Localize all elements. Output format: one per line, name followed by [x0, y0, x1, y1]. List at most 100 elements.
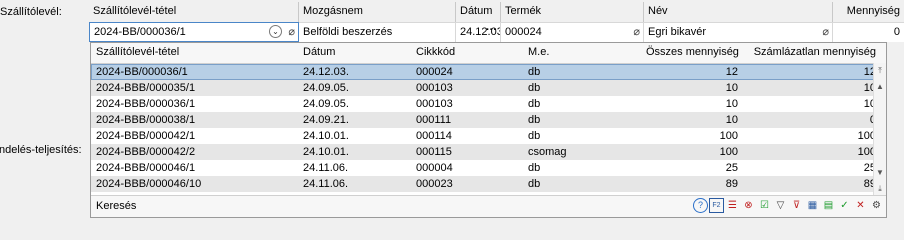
quantity-field[interactable]: 0: [833, 22, 904, 42]
row-uninvoiced-qty: 0: [742, 112, 880, 128]
row-unit: db: [528, 130, 541, 142]
row-code: 000103: [416, 98, 453, 110]
row-unit: db: [528, 178, 541, 190]
item-value: 2024-BB/000036/1: [94, 26, 186, 38]
row-unit: csomag: [528, 146, 567, 158]
filter-list-icon[interactable]: ☰: [725, 198, 740, 213]
row-code: 000103: [416, 82, 453, 94]
grid-header: Szállítólevél-tétel Mozgásnem Dátum Term…: [89, 2, 904, 22]
dd-col-date[interactable]: Dátum: [298, 43, 411, 63]
dd-col-total-qty[interactable]: Összes mennyiség: [641, 43, 742, 63]
dd-col-uninvoiced-qty[interactable]: Számlázatlan mennyiség: [742, 43, 880, 63]
table-row[interactable]: 2024-BBB/000035/1 24.09.05. 000103 db 10 10: [91, 80, 886, 96]
delivery-note-label: Szállítólevél:: [0, 6, 62, 18]
row-total-qty: 10: [725, 114, 738, 126]
remove-filter-icon[interactable]: ⊗: [741, 198, 756, 213]
table-row[interactable]: 2024-BBB/000042/2 24.10.01. 000115 csomag 10…: [91, 144, 886, 160]
search-label[interactable]: Keresés: [96, 200, 136, 212]
scroll-up-icon[interactable]: ▲: [874, 79, 886, 95]
toolbar: ? F2 ☰ ⊗ ☑ ▽ ⊽ ▦ ▤ ✓ ✕ ⚙: [693, 198, 884, 213]
settings-icon[interactable]: ⚙: [869, 198, 884, 213]
row-code: 000004: [416, 162, 453, 174]
row-total-qty: 100: [719, 146, 738, 158]
row-uninvoiced-qty: 25: [863, 162, 876, 174]
row-code: 000115: [416, 146, 452, 158]
row-unit: db: [528, 114, 541, 126]
scroll-top-icon[interactable]: ⤒: [874, 63, 886, 79]
product-field[interactable]: 000024 ⌀: [501, 22, 644, 42]
row-uninvoiced-qty: 10: [863, 82, 876, 94]
order-fulfillment-label: ndelés-teljesítés:: [0, 144, 82, 156]
row-uninvoiced-qty: 100: [857, 130, 876, 142]
row-date: 24.10.01.: [303, 130, 349, 142]
row-code: 000111: [416, 114, 452, 126]
movement-field[interactable]: Belföldi beszerzés: [299, 22, 456, 42]
col-header-name[interactable]: Név: [644, 2, 833, 22]
attachment-icon[interactable]: ⌀: [633, 25, 640, 38]
row-total-qty: 100: [719, 130, 738, 142]
row-item: 2024-BBB/000035/1: [96, 82, 196, 94]
scroll-down-icon[interactable]: ▼: [874, 165, 886, 181]
chevron-down-icon[interactable]: ⌄: [269, 25, 282, 38]
col-header-product[interactable]: Termék: [501, 2, 644, 22]
name-field[interactable]: Egri bikavér ⌀: [644, 22, 833, 42]
columns-icon[interactable]: ▦: [805, 198, 820, 213]
table-row[interactable]: 2024-BBB/000042/1 24.10.01. 000114 db 100 100: [91, 128, 886, 144]
f2-icon[interactable]: F2: [709, 198, 724, 213]
col-header-item[interactable]: Szállítólevél-tétel: [89, 2, 299, 22]
row-total-qty: 25: [725, 162, 738, 174]
table-row[interactable]: 2024-BBB/000036/1 24.09.05. 000103 db 10 10: [91, 96, 886, 112]
row-date: 24.11.06.: [303, 178, 349, 190]
funnel-icon[interactable]: ▽: [773, 198, 788, 213]
table-row[interactable]: 2024-BBB/000038/1 24.09.21. 000111 db 10 0: [91, 112, 886, 128]
grid-icon[interactable]: ▤: [821, 198, 836, 213]
row-code: 000023: [416, 178, 453, 190]
row-total-qty: 10: [725, 82, 738, 94]
grid-row-values: 2024-BB/000036/1 ⌄ ⌀ Belföldi beszerzés …: [89, 22, 904, 42]
dd-col-unit[interactable]: M.e.: [523, 43, 641, 63]
row-date: 24.09.05.: [303, 98, 349, 110]
row-code: 000024: [416, 66, 453, 78]
row-uninvoiced-qty: 100: [857, 146, 876, 158]
lookup-dropdown: Szállítólevél-tétel Dátum Cikkkód M.e. Ö…: [90, 42, 887, 218]
more-icon[interactable]: ···: [486, 24, 497, 36]
dd-col-item[interactable]: Szállítólevél-tétel: [91, 43, 298, 63]
col-header-date[interactable]: Dátum: [456, 2, 501, 22]
checklist-icon[interactable]: ☑: [757, 198, 772, 213]
table-row[interactable]: 2024-BBB/000046/10 24.11.06. 000023 db 89 89: [91, 176, 886, 192]
col-header-movement[interactable]: Mozgásnem: [299, 2, 456, 22]
row-item: 2024-BB/000036/1: [96, 66, 188, 78]
funnel-clear-icon[interactable]: ⊽: [789, 198, 804, 213]
row-item: 2024-BBB/000046/1: [96, 162, 196, 174]
dropdown-header: Szállítólevél-tétel Dátum Cikkkód M.e. Ö…: [91, 43, 886, 64]
row-unit: db: [528, 98, 541, 110]
row-item: 2024-BBB/000046/10: [96, 178, 202, 190]
row-date: 24.09.21.: [303, 114, 349, 126]
attachment-icon[interactable]: ⌀: [822, 25, 829, 38]
cancel-icon[interactable]: ✕: [853, 198, 868, 213]
dd-col-code[interactable]: Cikkkód: [411, 43, 523, 63]
row-uninvoiced-qty: 89: [863, 178, 876, 190]
row-total-qty: 10: [725, 98, 738, 110]
table-row[interactable]: 2024-BBB/000046/1 24.11.06. 000004 db 25 25: [91, 160, 886, 176]
table-row[interactable]: 2024-BB/000036/1 24.12.03. 000024 db 12 12: [91, 64, 886, 80]
row-date: 24.09.05.: [303, 82, 349, 94]
help-icon[interactable]: ?: [693, 198, 708, 213]
row-unit: db: [528, 82, 541, 94]
attachment-icon[interactable]: ⌀: [288, 25, 295, 38]
row-code: 000114: [416, 130, 452, 142]
col-header-quantity[interactable]: Mennyiség: [833, 2, 904, 22]
confirm-icon[interactable]: ✓: [837, 198, 852, 213]
date-field[interactable]: 24.12.03. ···: [456, 22, 501, 42]
row-item: 2024-BBB/000042/1: [96, 130, 196, 142]
row-total-qty: 12: [725, 66, 738, 78]
row-total-qty: 89: [725, 178, 738, 190]
row-item: 2024-BBB/000038/1: [96, 114, 196, 126]
scrollbar[interactable]: ⤒ ▲ ▼ ⤓: [873, 63, 886, 197]
row-date: 24.12.03.: [303, 66, 349, 78]
dropdown-rows: 2024-BB/000036/1 24.12.03. 000024 db 12 12 202…: [91, 64, 886, 192]
dropdown-footer: Keresés ? F2 ☰ ⊗ ☑ ▽ ⊽ ▦ ▤ ✓ ✕ ⚙: [91, 195, 886, 217]
row-date: 24.11.06.: [303, 162, 349, 174]
row-uninvoiced-qty: 10: [863, 98, 876, 110]
item-combobox[interactable]: 2024-BB/000036/1 ⌄ ⌀: [89, 22, 299, 42]
